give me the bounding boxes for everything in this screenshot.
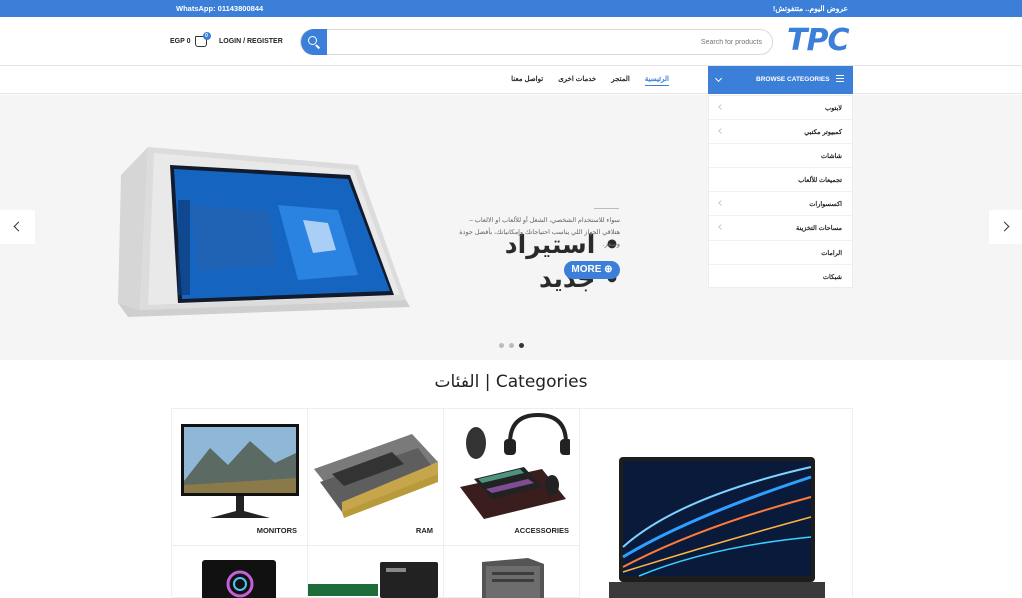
hero-slider: • استيراد • جديد سواء للاستخدام الشخصي، …	[0, 95, 1022, 360]
header: EGP 0 0 LOGIN / REGISTER TPC	[0, 17, 1022, 66]
category-laptop[interactable]: لابتوب	[709, 96, 852, 121]
slider-prev-button[interactable]	[0, 210, 35, 244]
ram-image	[314, 434, 438, 518]
monitor-image	[181, 424, 299, 518]
nav-contact[interactable]: تواصل معنا	[511, 75, 543, 86]
category-monitors[interactable]: شاشات	[709, 144, 852, 169]
cart-count-badge: 0	[202, 32, 211, 40]
category-card-ram[interactable]: RAM	[308, 409, 444, 546]
category-card-desktop[interactable]	[444, 546, 580, 598]
cart-total: EGP 0	[170, 38, 191, 45]
slider-dot[interactable]	[509, 343, 514, 348]
category-networking[interactable]: شبكات	[709, 265, 852, 289]
chevron-right-icon	[999, 221, 1010, 232]
browse-categories-label: BROWSE CATEGORIES	[756, 76, 830, 83]
top-bar: WhatsApp: 01143800844 عروض اليوم.. متتفو…	[0, 0, 1022, 17]
cart-icon: 0	[194, 32, 211, 47]
chevron-down-icon	[714, 74, 723, 83]
accessories-image	[460, 413, 570, 519]
category-storage[interactable]: مساحات التخزينة	[709, 216, 852, 241]
category-card-monitors[interactable]: MONITORS	[172, 409, 308, 546]
whatsapp-contact[interactable]: WhatsApp: 01143800844	[176, 4, 263, 13]
slider-dots	[499, 343, 524, 348]
category-caption: RAM	[415, 526, 433, 535]
laptop-dell-image	[609, 457, 825, 598]
laptop-image	[118, 147, 410, 317]
site-logo[interactable]: TPC	[787, 23, 849, 58]
search-input[interactable]	[342, 35, 762, 49]
promo-text[interactable]: عروض اليوم.. متتفوتش!	[773, 4, 848, 13]
cart-button[interactable]: EGP 0 0	[170, 32, 211, 47]
category-card-laptops[interactable]	[580, 409, 853, 598]
hero-divider	[594, 208, 619, 209]
category-caption: MONITORS	[256, 526, 297, 535]
pc-case-image	[202, 560, 276, 598]
search-button[interactable]	[301, 29, 327, 55]
category-gaming-builds[interactable]: تجميعات للألعاب	[709, 168, 852, 193]
login-register-link[interactable]: LOGIN / REGISTER	[219, 38, 283, 45]
category-accessories[interactable]: اكسسوارات	[709, 192, 852, 217]
category-desktop[interactable]: كمبيوتر مكتبي	[709, 120, 852, 145]
hero-description: سواء للاستخدام الشخصي، الشغل أو للألعاب …	[459, 217, 620, 248]
slider-dot[interactable]	[499, 343, 504, 348]
nav-home[interactable]: الرئيسية	[644, 75, 669, 86]
nav-services[interactable]: خدمات اخرى	[558, 75, 596, 86]
chevron-left-icon	[13, 221, 24, 232]
menu-icon	[836, 75, 844, 82]
category-card-pc-case[interactable]	[172, 546, 308, 598]
categories-menu: لابتوب كمبيوتر مكتبي شاشات تجميعات للألع…	[708, 95, 853, 288]
ssd-image	[308, 562, 438, 598]
slider-next-button[interactable]	[989, 210, 1022, 244]
category-grid: MONITORS RAM ACCESSORIES	[171, 408, 853, 598]
slider-dot-active[interactable]	[519, 343, 524, 348]
main-nav: الرئيسية المتجر خدمات اخرى تواصل معنا	[0, 66, 1022, 94]
chevron-left-icon	[718, 128, 724, 134]
category-card-storage[interactable]	[308, 546, 444, 598]
more-button[interactable]: MORE ⊕	[564, 261, 620, 279]
search-bar	[300, 29, 773, 55]
browse-categories-button[interactable]: BROWSE CATEGORIES	[708, 66, 853, 94]
chevron-left-icon	[718, 224, 724, 231]
chevron-left-icon	[718, 200, 724, 207]
section-title: الفئات | Categories	[434, 372, 588, 392]
category-caption: ACCESSORIES	[514, 526, 569, 535]
chevron-left-icon	[718, 104, 724, 110]
nav-shop[interactable]: المتجر	[611, 75, 630, 86]
category-ram[interactable]: الرامات	[709, 241, 852, 265]
category-card-accessories[interactable]: ACCESSORIES	[444, 409, 580, 546]
desktop-image	[482, 558, 544, 598]
